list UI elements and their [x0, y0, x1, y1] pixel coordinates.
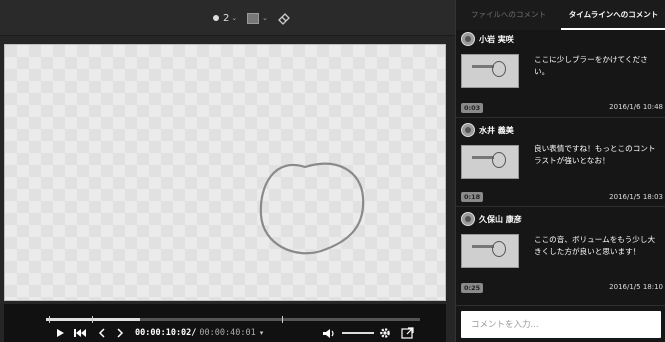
tab-timeline-comments[interactable]: タイムラインへのコメント — [561, 0, 665, 30]
volume-button[interactable] — [322, 325, 336, 341]
comment-tabs: ファイルへのコメント タイムラインへのコメント — [456, 0, 665, 30]
comment-date: 2016/1/5 18:10 — [609, 283, 663, 291]
comment-timestamp-badge[interactable]: 0:18 — [461, 192, 484, 202]
drawing-toolbar: 2 ⌄ ⌄ — [0, 0, 455, 36]
play-button[interactable] — [56, 325, 65, 341]
avatar — [461, 32, 475, 46]
comment-author: 水井 義美 — [479, 125, 514, 135]
progress-bar[interactable] — [46, 316, 420, 323]
volume-icon — [323, 328, 334, 338]
comment-thumbnail[interactable] — [461, 234, 519, 268]
divider — [456, 206, 665, 207]
player-controls: 00:00:10:02/ 00:00:40:01 ▾ — [4, 304, 446, 342]
video-image-placeholder — [5, 45, 445, 300]
video-player: 2 ⌄ ⌄ 00:00:10:02/ 00:00:40:01 ▾ — [0, 0, 455, 342]
eraser-button[interactable] — [277, 10, 291, 26]
comment-marker[interactable] — [92, 316, 93, 323]
brush-size-value: 2 — [223, 12, 230, 24]
color-select[interactable]: ⌄ — [247, 10, 268, 26]
comment-item[interactable]: 久保山 康彦 ここの音、ボリュームをもう少し大きくした方が良いと思います！ 0:… — [456, 210, 665, 302]
comment-timestamp-badge[interactable]: 0:25 — [461, 283, 484, 293]
divider — [456, 117, 665, 118]
skip-to-start-button[interactable] — [74, 325, 86, 341]
comment-marker[interactable] — [49, 316, 50, 323]
next-frame-icon — [117, 328, 124, 338]
video-frame[interactable] — [4, 44, 446, 301]
current-time: 00:00:10:02/ — [135, 328, 197, 338]
chevron-down-icon: ⌄ — [231, 14, 238, 22]
gear-icon — [380, 328, 390, 338]
settings-button[interactable] — [379, 325, 391, 341]
prev-frame-button[interactable] — [98, 325, 105, 341]
next-frame-button[interactable] — [117, 325, 124, 341]
comment-text: ここの音、ボリュームをもう少し大きくした方が良いと思います！ — [534, 235, 656, 256]
timecode-display[interactable]: 00:00:10:02/ 00:00:40:01 ▾ — [135, 325, 263, 341]
comment-text: 良い表情ですね！もっとこのコントラストが強いとなお！ — [534, 144, 656, 165]
eraser-icon — [278, 13, 290, 25]
comment-item[interactable]: 水井 義美 良い表情ですね！もっとこのコントラストが強いとなお！ 0:18 20… — [456, 121, 665, 208]
fullscreen-button[interactable] — [401, 325, 414, 341]
chevron-down-icon: ⌄ — [262, 14, 268, 22]
prev-frame-icon — [98, 328, 105, 338]
comment-thumbnail[interactable] — [461, 54, 519, 88]
total-time: 00:00:40:01 — [199, 328, 256, 338]
comment-author: 小岩 実咲 — [479, 34, 514, 44]
avatar — [461, 123, 475, 137]
tab-file-comments[interactable]: ファイルへのコメント — [456, 0, 561, 30]
brush-size-select[interactable]: 2 ⌄ — [213, 10, 237, 26]
comment-input[interactable] — [461, 311, 661, 338]
comment-author: 久保山 康彦 — [479, 214, 522, 224]
comment-timestamp-badge[interactable]: 0:03 — [461, 103, 484, 113]
skip-to-start-icon — [74, 329, 86, 337]
comment-marker[interactable] — [282, 316, 283, 323]
comment-date: 2016/1/5 18:03 — [609, 193, 663, 201]
fullscreen-icon — [401, 327, 414, 339]
dot-icon — [213, 15, 219, 21]
chevron-down-icon: ▾ — [259, 329, 264, 337]
comment-text: ここに少しブラーをかけてください。 — [534, 55, 648, 76]
volume-slider[interactable] — [342, 332, 374, 334]
comment-item[interactable]: 小岩 実咲 ここに少しブラーをかけてください。 0:03 2016/1/6 10… — [456, 30, 665, 117]
play-icon — [57, 329, 64, 337]
avatar — [461, 212, 475, 226]
comment-date: 2016/1/6 10:48 — [609, 103, 663, 111]
comment-thumbnail[interactable] — [461, 145, 519, 179]
color-swatch-icon — [247, 12, 259, 24]
comment-input-area — [456, 305, 665, 342]
comment-panel: ファイルへのコメント タイムラインへのコメント 小岩 実咲 ここに少しブラーをか… — [455, 0, 665, 342]
